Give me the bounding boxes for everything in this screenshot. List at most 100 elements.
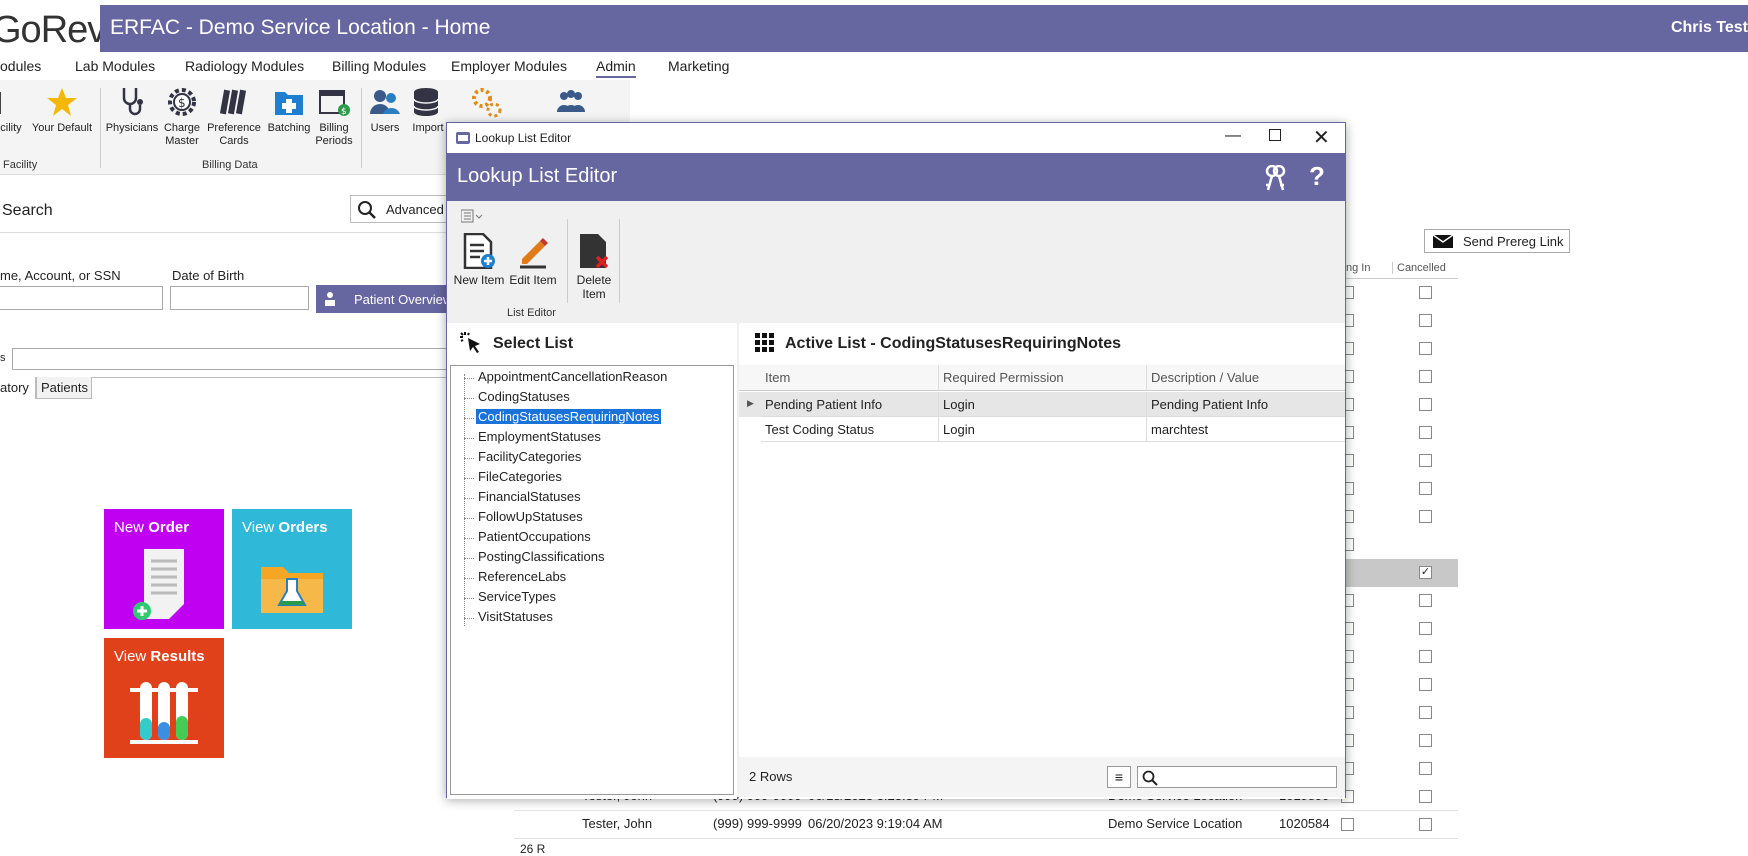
cell-item[interactable]: Test Coding Status: [761, 417, 939, 442]
background-checkbox[interactable]: [1419, 650, 1432, 663]
help-icon[interactable]: ?: [1309, 161, 1325, 192]
cell-permission[interactable]: Login: [939, 392, 1147, 417]
filter-input[interactable]: [12, 348, 452, 370]
background-checkbox[interactable]: [1419, 706, 1432, 719]
row-count: 2 Rows: [749, 769, 793, 784]
app-title: ERFAC - Demo Service Location - Home: [110, 16, 491, 39]
list-item[interactable]: CodingStatusesRequiringNotes: [476, 409, 662, 424]
background-checkbox[interactable]: [1419, 482, 1432, 495]
ribbon-users[interactable]: Users: [366, 86, 404, 135]
list-item[interactable]: PatientOccupations: [476, 529, 593, 544]
name-search-input[interactable]: [0, 286, 163, 310]
background-checkbox[interactable]: [1419, 398, 1432, 411]
edit-item-button[interactable]: Edit Item: [507, 233, 559, 287]
background-checkbox[interactable]: [1419, 286, 1432, 299]
list-item[interactable]: CodingStatuses: [476, 389, 572, 404]
dob-input[interactable]: [170, 286, 309, 310]
list-item[interactable]: PostingClassifications: [476, 549, 606, 564]
ribbon-charge-master[interactable]: $ Charge Master: [160, 86, 204, 148]
search-title: Search: [2, 202, 53, 219]
background-checkbox[interactable]: [1419, 342, 1432, 355]
layout-menu-icon[interactable]: [461, 209, 483, 223]
view-results-tile[interactable]: View Results: [104, 638, 224, 758]
background-checkbox[interactable]: [1419, 314, 1432, 327]
group-label-billing-data: Billing Data: [202, 159, 258, 171]
send-prereg-link-button[interactable]: Send Prereg Link: [1424, 229, 1570, 253]
ribbon-facility[interactable]: cility: [0, 86, 24, 135]
svg-text:$: $: [178, 96, 186, 110]
team-icon[interactable]: [555, 88, 587, 116]
gear-dollar-icon: $: [168, 88, 196, 116]
view-orders-tile[interactable]: View Orders: [232, 509, 352, 629]
background-checkbox[interactable]: [1419, 594, 1432, 607]
background-checkbox[interactable]: [1419, 426, 1432, 439]
list-item[interactable]: FinancialStatuses: [476, 489, 583, 504]
background-checkbox[interactable]: [1419, 454, 1432, 467]
list-item[interactable]: AppointmentCancellationReason: [476, 369, 669, 384]
tab-laboratory[interactable]: atory: [0, 377, 36, 399]
menu-radiology-modules[interactable]: Radiology Modules: [185, 58, 304, 74]
menu-billing-modules[interactable]: Billing Modules: [332, 58, 426, 74]
settings-gears-icon[interactable]: [470, 86, 502, 118]
close-icon[interactable]: ✕: [1313, 125, 1330, 150]
menu-modules[interactable]: odules: [0, 58, 41, 74]
list-item[interactable]: ServiceTypes: [476, 589, 558, 604]
table-row-selected[interactable]: ▶ Pending Patient Info Login Pending Pat…: [739, 392, 1345, 417]
ribbon-batching[interactable]: Batching: [266, 86, 312, 135]
minimize-icon[interactable]: —: [1225, 127, 1241, 145]
lookup-list-editor-dialog: Lookup List Editor — ✕ Lookup List Edito…: [446, 122, 1346, 799]
col-required-permission[interactable]: Required Permission: [939, 365, 1147, 391]
ribbon-physicians[interactable]: Physicians: [104, 86, 160, 135]
grid-search-input[interactable]: [1160, 768, 1334, 786]
table-row[interactable]: Test Coding Status Login marchtest: [739, 417, 1345, 442]
background-checkbox[interactable]: [1419, 678, 1432, 691]
grid-search-box[interactable]: [1137, 766, 1337, 788]
user-name[interactable]: Chris Test: [1671, 19, 1748, 37]
menu-admin[interactable]: Admin: [596, 58, 636, 78]
background-checkbox[interactable]: [1419, 622, 1432, 635]
list-item[interactable]: VisitStatuses: [476, 609, 555, 624]
delete-document-icon: [580, 234, 609, 269]
background-checkbox[interactable]: [1419, 762, 1432, 775]
edit-pencil-icon: [520, 238, 548, 269]
background-checkbox[interactable]: [1419, 510, 1432, 523]
cell-description[interactable]: marchtest: [1147, 417, 1345, 442]
ribbon-your-default[interactable]: Your Default: [28, 86, 96, 135]
list-item[interactable]: FacilityCategories: [476, 449, 583, 464]
patient-overview-button[interactable]: Patient Overview: [316, 285, 452, 313]
new-item-button[interactable]: New Item: [453, 233, 505, 287]
cell-item[interactable]: Pending Patient Info: [761, 392, 939, 417]
magnifier-icon: [358, 201, 376, 219]
facility-icon: [0, 92, 1, 114]
maximize-icon[interactable]: [1269, 129, 1281, 141]
col-description-value[interactable]: Description / Value: [1147, 365, 1345, 391]
table-row[interactable]: Tester, John (999) 999-9999 06/20/2023 9…: [514, 811, 1458, 839]
cell-permission[interactable]: Login: [939, 417, 1147, 442]
background-checkbox[interactable]: [1419, 734, 1432, 747]
list-item[interactable]: FollowUpStatuses: [476, 509, 585, 524]
cell-description[interactable]: Pending Patient Info: [1147, 392, 1345, 417]
list-item[interactable]: FileCategories: [476, 469, 564, 484]
list-item[interactable]: EmploymentStatuses: [476, 429, 603, 444]
ribbon-preference-cards[interactable]: Preference Cards: [206, 86, 262, 148]
keys-icon[interactable]: [1263, 165, 1287, 191]
column-chooser-icon[interactable]: ≡: [1107, 766, 1131, 788]
list-item[interactable]: ReferenceLabs: [476, 569, 568, 584]
background-selected-row: [1342, 559, 1458, 587]
col-item[interactable]: Item: [761, 365, 939, 391]
app-logo: GoRev: [0, 0, 100, 60]
cancelled-checkbox-checked[interactable]: ✓: [1419, 566, 1432, 579]
advanced-search-button[interactable]: Advanced: [350, 195, 450, 223]
test-tubes-icon: [130, 682, 198, 744]
delete-item-button[interactable]: Delete Item: [569, 233, 619, 301]
ribbon-billing-periods[interactable]: $ Billing Periods: [314, 86, 354, 148]
new-order-tile[interactable]: New Order: [104, 509, 224, 629]
menu-marketing[interactable]: Marketing: [668, 58, 729, 74]
ribbon-import[interactable]: Import: [408, 86, 448, 135]
menu-lab-modules[interactable]: Lab Modules: [75, 58, 155, 74]
tab-patients[interactable]: Patients: [36, 377, 92, 399]
background-checkbox[interactable]: [1419, 370, 1432, 383]
main-menu: odules Lab Modules Radiology Modules Bil…: [0, 52, 1748, 80]
cursor-click-icon: [460, 332, 480, 353]
menu-employer-modules[interactable]: Employer Modules: [451, 58, 567, 74]
